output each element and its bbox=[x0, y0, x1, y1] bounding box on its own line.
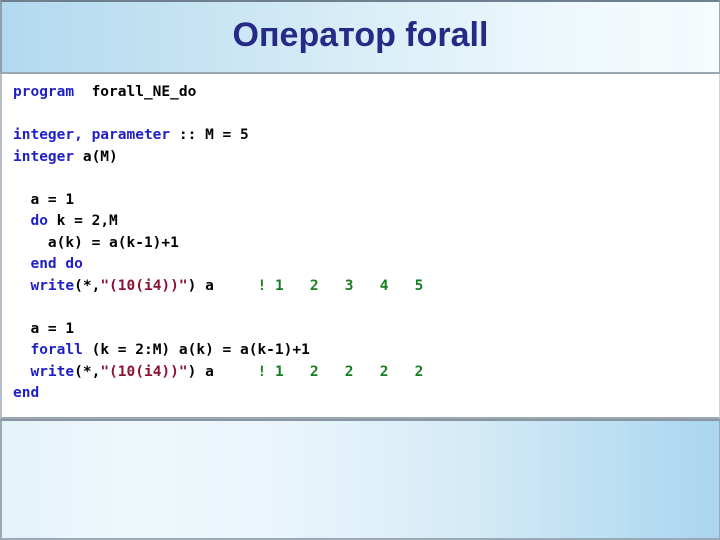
line-blank-1 bbox=[13, 104, 719, 126]
code-token-pln: a = 1 bbox=[13, 320, 75, 337]
code-token-cmt: ! 1 2 3 4 5 bbox=[257, 277, 424, 294]
code-panel: program forall_NE_do integer, parameter … bbox=[0, 74, 720, 419]
line-end-do: end do bbox=[13, 254, 719, 276]
line-a-assign-1: a = 1 bbox=[13, 190, 719, 212]
slide: Оператор forall program forall_NE_do int… bbox=[0, 0, 720, 540]
code-token-pln bbox=[13, 106, 22, 122]
code-token-pln: forall_NE_do bbox=[74, 84, 197, 100]
code-token-pln: (*, bbox=[74, 277, 101, 294]
code-block: program forall_NE_do integer, parameter … bbox=[13, 82, 719, 405]
slide-footer-band bbox=[0, 419, 720, 540]
line-write-1: write(*,"(10(i4))") a ! 1 2 3 4 5 bbox=[13, 276, 719, 298]
code-token-pln bbox=[13, 213, 30, 229]
line-a-assign-2: a = 1 bbox=[13, 319, 719, 341]
line-do: do k = 2,M bbox=[13, 211, 719, 233]
code-token-pln bbox=[83, 127, 92, 143]
code-token-pln: a = 1 bbox=[13, 191, 75, 208]
code-token-str: "(10(i4))" bbox=[100, 363, 188, 380]
code-token-kw: end do bbox=[30, 256, 83, 272]
code-token-pln: ) a bbox=[187, 363, 258, 380]
code-token-pln bbox=[13, 278, 30, 294]
code-token-pln: ) a bbox=[187, 277, 258, 294]
code-token-kw: integer, bbox=[13, 127, 83, 143]
code-token-cmt: ! 1 2 2 2 2 bbox=[257, 363, 424, 380]
code-token-pln bbox=[13, 342, 30, 358]
code-token-kw: forall bbox=[30, 342, 83, 358]
code-token-kw: write bbox=[30, 277, 75, 294]
line-forall: forall (k = 2:M) a(k) = a(k-1)+1 bbox=[13, 340, 719, 362]
code-token-kw: write bbox=[30, 363, 75, 380]
code-token-pln: a(M) bbox=[74, 148, 118, 165]
code-token-pln bbox=[13, 299, 22, 315]
code-token-kw: parameter bbox=[91, 127, 171, 143]
code-token-pln bbox=[13, 170, 22, 186]
code-token-pln: k = 2,M bbox=[47, 213, 118, 229]
line-program: program forall_NE_do bbox=[13, 82, 719, 104]
code-token-kw: do bbox=[30, 213, 48, 229]
code-token-pln: (*, bbox=[74, 363, 101, 380]
line-blank-2 bbox=[13, 168, 719, 190]
line-end: end bbox=[13, 383, 719, 405]
code-token-pln: :: M = 5 bbox=[170, 127, 249, 143]
code-token-kw: end bbox=[13, 385, 40, 401]
code-token-pln bbox=[13, 256, 30, 272]
line-write-2: write(*,"(10(i4))") a ! 1 2 2 2 2 bbox=[13, 362, 719, 384]
code-token-kw: program bbox=[13, 84, 75, 100]
code-token-str: "(10(i4))" bbox=[100, 277, 188, 294]
code-token-pln bbox=[13, 364, 30, 380]
line-do-body: a(k) = a(k-1)+1 bbox=[13, 233, 719, 255]
line-blank-3 bbox=[13, 297, 719, 319]
line-integer-param: integer, parameter :: M = 5 bbox=[13, 125, 719, 147]
line-integer-a: integer a(M) bbox=[13, 147, 719, 169]
code-token-pln: a(k) = a(k-1)+1 bbox=[13, 234, 179, 251]
code-token-kw: integer bbox=[13, 148, 75, 165]
code-token-pln: (k = 2:M) a(k) = a(k-1)+1 bbox=[82, 342, 310, 358]
page-title: Оператор forall bbox=[232, 16, 489, 54]
slide-header-band: Оператор forall bbox=[0, 0, 720, 74]
